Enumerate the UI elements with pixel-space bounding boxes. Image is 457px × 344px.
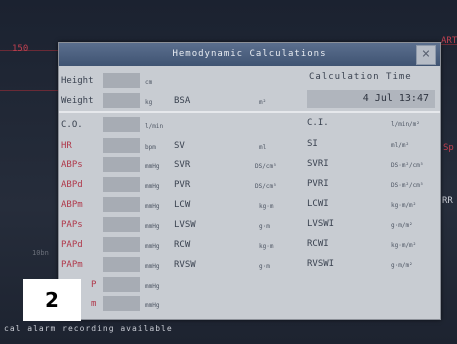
paps-input[interactable] xyxy=(103,217,140,232)
height-unit: cm xyxy=(145,79,153,86)
waveform-line xyxy=(0,90,58,91)
rcwi-label: RCWI xyxy=(307,239,329,249)
papd-label: PAPd xyxy=(61,240,83,250)
rcw-unit: kg·m xyxy=(259,243,274,250)
abpm-label: ABPm xyxy=(61,200,83,210)
rvswi-label: RVSWI xyxy=(307,259,335,269)
m-unit: mmHg xyxy=(145,302,160,309)
p-input[interactable] xyxy=(103,277,140,292)
rvsw-label: RVSW xyxy=(174,260,196,270)
svri-label: SVRI xyxy=(307,159,329,169)
abps-label: ABPs xyxy=(61,160,83,170)
lower-scale-label: 10bn xyxy=(32,249,49,257)
lcw-label: LCW xyxy=(174,200,191,210)
papm-input[interactable] xyxy=(103,257,140,272)
m-input[interactable] xyxy=(103,296,140,311)
lcw-unit: kg·m xyxy=(259,203,274,210)
dialog-titlebar: Hemodynamic Calculations xyxy=(59,43,440,66)
papm-label: PAPm xyxy=(61,260,83,270)
paps-label: PAPs xyxy=(61,220,83,230)
close-button[interactable]: × xyxy=(416,45,436,65)
hr-input[interactable] xyxy=(103,138,140,153)
abpm-input[interactable] xyxy=(103,197,140,212)
paps-unit: mmHg xyxy=(145,223,160,230)
si-unit: ml/m² xyxy=(391,142,410,149)
abpd-label: ABPd xyxy=(61,180,83,190)
scale-label: 150 xyxy=(12,44,29,54)
svr-label: SVR xyxy=(174,160,191,170)
sv-label: SV xyxy=(174,141,185,151)
papm-unit: mmHg xyxy=(145,263,160,270)
lcwi-label: LCWI xyxy=(307,199,329,209)
hr-unit: bpm xyxy=(145,144,156,151)
waveform-line xyxy=(0,50,60,51)
co-input[interactable] xyxy=(103,117,140,132)
hr-label: HR xyxy=(61,141,72,151)
ci-label: C.I. xyxy=(307,118,329,128)
pvri-label: PVRI xyxy=(307,179,329,189)
dialog-title: Hemodynamic Calculations xyxy=(172,49,327,59)
overlay-number-badge: 2 xyxy=(23,279,81,321)
p-unit: mmHg xyxy=(145,283,160,290)
calculation-time-label: Calculation Time xyxy=(309,72,412,82)
abps-unit: mmHg xyxy=(145,163,160,170)
co-label: C.O. xyxy=(61,120,83,130)
rvswi-unit: g·m/m² xyxy=(391,262,413,269)
bsa-label: BSA xyxy=(174,96,191,106)
abpm-unit: mmHg xyxy=(145,203,160,210)
pvr-unit: DS/cm⁵ xyxy=(255,183,277,190)
weight-unit: kg xyxy=(145,99,153,106)
sv-unit: ml xyxy=(259,144,267,151)
rvsw-unit: g·m xyxy=(259,263,270,270)
pvr-label: PVR xyxy=(174,180,191,190)
weight-label: Weight xyxy=(61,96,94,106)
hemodynamic-calculations-dialog: Hemodynamic Calculations × Calculation T… xyxy=(58,42,441,320)
svr-unit: DS/cm⁵ xyxy=(255,163,277,170)
calculation-time-field[interactable]: 4 Jul 13:47 xyxy=(307,90,435,108)
rr-label: RR xyxy=(442,196,453,206)
si-label: SI xyxy=(307,139,318,149)
lvswi-unit: g·m/m² xyxy=(391,222,413,229)
ci-unit: l/min/m² xyxy=(391,121,420,128)
pvri-unit: DS·m²/cm⁵ xyxy=(391,182,424,189)
m-label: m xyxy=(91,299,97,309)
papd-input[interactable] xyxy=(103,237,140,252)
abpd-unit: mmHg xyxy=(145,183,160,190)
height-input[interactable] xyxy=(103,73,140,88)
rcw-label: RCW xyxy=(174,240,191,250)
weight-input[interactable] xyxy=(103,93,140,108)
lvsw-label: LVSW xyxy=(174,220,196,230)
art-label: ART xyxy=(441,36,457,46)
lvswi-label: LVSWI xyxy=(307,219,335,229)
svri-unit: DS·m²/cm⁵ xyxy=(391,162,424,169)
p-label: P xyxy=(91,280,97,290)
abps-input[interactable] xyxy=(103,157,140,172)
co-unit: l/min xyxy=(145,123,164,130)
papd-unit: mmHg xyxy=(145,243,160,250)
section-divider xyxy=(59,111,440,113)
bsa-unit: m² xyxy=(259,99,267,106)
height-label: Height xyxy=(61,76,94,86)
lvsw-unit: g·m xyxy=(259,223,270,230)
close-icon: × xyxy=(421,46,431,62)
abpd-input[interactable] xyxy=(103,177,140,192)
lcwi-unit: kg·m/m² xyxy=(391,202,417,209)
sp-label: Sp xyxy=(443,143,454,153)
status-bar-text: cal alarm recording available xyxy=(4,324,173,333)
rcwi-unit: kg·m/m² xyxy=(391,242,417,249)
